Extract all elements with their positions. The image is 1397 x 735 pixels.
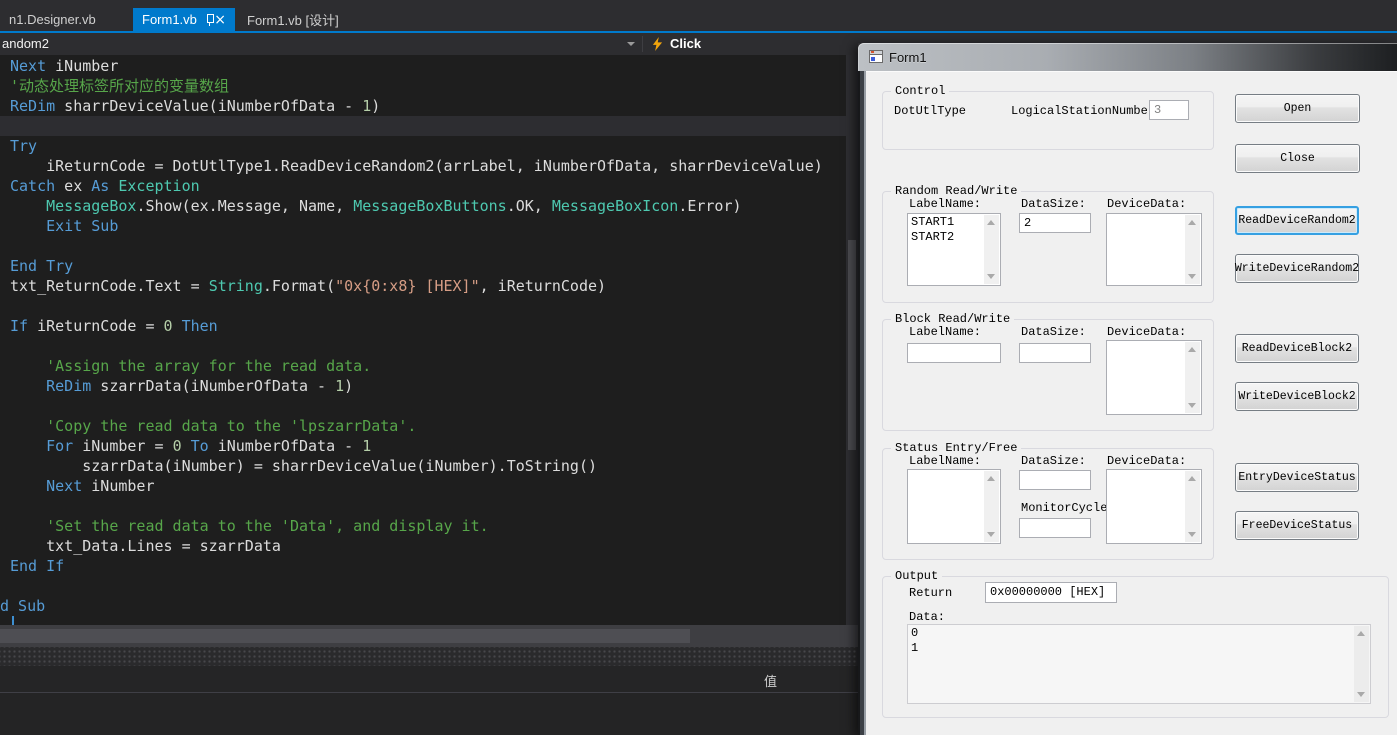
free-device-status-button[interactable]: FreeDeviceStatus <box>1235 511 1359 540</box>
devicedata-label: DeviceData: <box>1107 325 1187 339</box>
navbar-separator <box>642 36 643 52</box>
random-labelname-input[interactable]: START1 START2 <box>907 213 1001 286</box>
code-editor[interactable]: Next iNumber '动态处理标签所对应的变量数组 ReDim sharrDe… <box>0 55 858 625</box>
scroll-down-icon[interactable] <box>1188 403 1196 408</box>
scroll-up-icon[interactable] <box>1188 220 1196 225</box>
devicedata-label: DeviceData: <box>1107 197 1187 211</box>
textbox-scrollbar[interactable] <box>1354 626 1369 702</box>
form-icon <box>869 50 883 63</box>
textbox-content <box>1110 471 1184 542</box>
monitorcycle-label: MonitorCycle: <box>1021 501 1115 515</box>
write-device-random2-button[interactable]: WriteDeviceRandom2 <box>1235 254 1359 283</box>
textbox-scrollbar[interactable] <box>984 215 999 284</box>
scrollbar-thumb[interactable] <box>848 240 856 450</box>
open-button[interactable]: Open <box>1235 94 1360 123</box>
read-device-random2-button[interactable]: ReadDeviceRandom2 <box>1235 206 1359 235</box>
editor-tab-bar: n1.Designer.vb Form1.vb × Form1.vb [设计] <box>0 0 1397 31</box>
member-dropdown[interactable]: andom2 <box>2 33 49 55</box>
textbox-content <box>1110 215 1184 284</box>
output-groupbox: Output Return 0x00000000 [HEX] Data: 0 1 <box>882 569 1389 718</box>
logical-station-input[interactable]: 3 <box>1149 100 1189 120</box>
window-title: Form1 <box>889 50 927 65</box>
scroll-up-icon[interactable] <box>1357 631 1365 636</box>
watch-row[interactable] <box>0 710 858 728</box>
write-device-block2-button[interactable]: WriteDeviceBlock2 <box>1235 382 1359 411</box>
entry-device-status-button[interactable]: EntryDeviceStatus <box>1235 463 1359 492</box>
status-datasize-input[interactable] <box>1019 470 1091 490</box>
labelname-label: LabelName: <box>909 325 982 339</box>
tab-label: Form1.vb [设计] <box>247 13 339 28</box>
chevron-down-icon[interactable] <box>627 42 635 46</box>
status-entryfree-groupbox: Status Entry/Free LabelName: DataSize: M… <box>882 441 1214 560</box>
scrollbar-thumb[interactable] <box>0 629 690 643</box>
tab-label: n1.Designer.vb <box>9 12 96 27</box>
random-readwrite-groupbox: Random Read/Write LabelName: START1 STAR… <box>882 184 1214 303</box>
tab-label: Form1.vb <box>142 12 197 27</box>
output-data-input[interactable]: 0 1 <box>907 624 1371 704</box>
scroll-up-icon[interactable] <box>1188 347 1196 352</box>
event-icon <box>652 37 663 51</box>
random-datasize-input[interactable]: 2 <box>1019 213 1091 233</box>
window-left-border <box>858 71 866 735</box>
textbox-scrollbar[interactable] <box>984 471 999 542</box>
random-devicedata-input[interactable] <box>1106 213 1202 286</box>
pin-icon[interactable] <box>205 13 218 26</box>
block-readwrite-groupbox: Block Read/Write LabelName: DataSize: De… <box>882 312 1214 431</box>
tab-form1-designer[interactable]: n1.Designer.vb <box>0 8 105 31</box>
labelname-label: LabelName: <box>909 197 982 211</box>
form-client-area: Control DotUtlType LogicalStationNumbe 3… <box>866 71 1397 735</box>
scroll-down-icon[interactable] <box>1357 692 1365 697</box>
tab-form1-vb[interactable]: Form1.vb × <box>133 8 235 31</box>
block-datasize-input[interactable] <box>1019 343 1091 363</box>
status-monitorcycle-input[interactable] <box>1019 518 1091 538</box>
datasize-label: DataSize: <box>1021 197 1086 211</box>
screen: n1.Designer.vb Form1.vb × Form1.vb [设计] … <box>0 0 1397 735</box>
scroll-up-icon[interactable] <box>987 476 995 481</box>
textbox-content: 0 1 <box>911 626 919 655</box>
watch-header-row: 值 <box>0 666 858 693</box>
watch-row[interactable] <box>0 727 858 735</box>
return-label: Return <box>909 586 953 600</box>
dotutltype-label: DotUtlType <box>894 104 967 118</box>
status-devicedata-input[interactable] <box>1106 469 1202 544</box>
groupbox-title: Output <box>891 569 943 584</box>
data-label: Data: <box>909 610 946 624</box>
scroll-up-icon[interactable] <box>1188 476 1196 481</box>
editor-horizontal-scrollbar[interactable] <box>0 625 858 647</box>
labelname-label: LabelName: <box>909 454 982 468</box>
scroll-up-icon[interactable] <box>987 220 995 225</box>
tab-form1-design[interactable]: Form1.vb [设计] <box>238 8 348 31</box>
datasize-label: DataSize: <box>1021 325 1086 339</box>
textbox-scrollbar[interactable] <box>1185 471 1200 542</box>
close-button[interactable]: Close <box>1235 144 1360 173</box>
control-groupbox: Control DotUtlType LogicalStationNumbe 3 <box>882 84 1214 150</box>
groupbox-title: Control <box>891 84 950 99</box>
read-device-block2-button[interactable]: ReadDeviceBlock2 <box>1235 334 1359 363</box>
editor-vertical-scrollbar[interactable] <box>846 55 858 625</box>
scroll-down-icon[interactable] <box>987 274 995 279</box>
logical-station-label: LogicalStationNumbe <box>1011 104 1148 118</box>
textbox-content <box>911 471 983 542</box>
close-icon[interactable]: × <box>214 13 226 27</box>
watch-value-column-header[interactable]: 值 <box>764 671 777 690</box>
scroll-down-icon[interactable] <box>987 532 995 537</box>
textbox-scrollbar[interactable] <box>1185 215 1200 284</box>
event-dropdown[interactable]: Click <box>670 33 701 55</box>
window-title-bar[interactable]: Form1 <box>858 43 1397 71</box>
datasize-label: DataSize: <box>1021 454 1086 468</box>
block-devicedata-input[interactable] <box>1106 340 1202 415</box>
watch-panel: 值 <box>0 666 858 735</box>
textbox-scrollbar[interactable] <box>1185 342 1200 413</box>
scroll-down-icon[interactable] <box>1188 274 1196 279</box>
status-labelname-input[interactable] <box>907 469 1001 544</box>
watch-row[interactable] <box>0 693 858 711</box>
devicedata-label: DeviceData: <box>1107 454 1187 468</box>
textbox-content <box>1110 342 1184 413</box>
return-code-input[interactable]: 0x00000000 [HEX] <box>985 582 1117 603</box>
block-labelname-input[interactable] <box>907 343 1001 363</box>
scroll-down-icon[interactable] <box>1188 532 1196 537</box>
panel-splitter[interactable] <box>0 647 858 666</box>
textbox-content: START1 START2 <box>911 215 955 244</box>
form1-window: Form1 Control DotUtlType LogicalStationN… <box>858 43 1397 735</box>
